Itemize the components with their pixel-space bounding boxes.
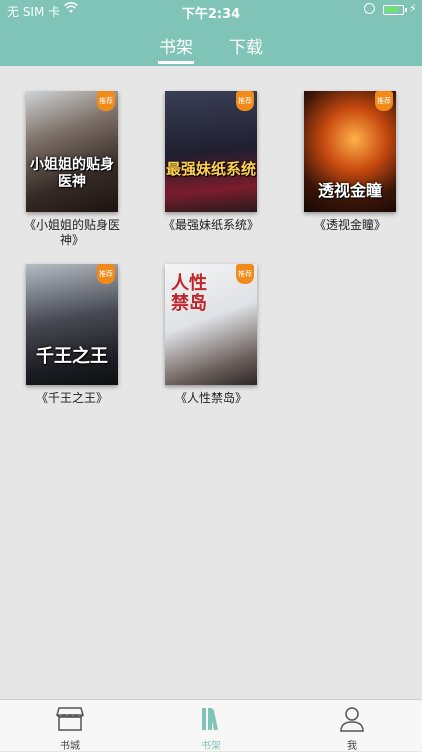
battery-icon	[383, 5, 407, 15]
book-cover[interactable]: 推荐 最强妹纸系统	[165, 91, 257, 212]
user-icon	[339, 706, 365, 736]
nav-bookshelf[interactable]: 书架	[141, 700, 281, 752]
book-cover[interactable]: 推荐 千王之王	[26, 264, 118, 385]
book-title[interactable]: 《小姐姐的贴身医神》	[17, 218, 127, 248]
clock: 下午2:34	[181, 7, 241, 22]
tab-bookshelf[interactable]: 书架	[159, 33, 193, 58]
book-item[interactable]: 推荐 小姐姐的贴身医神 《小姐姐的贴身医神》	[17, 91, 127, 248]
book-item[interactable]: 推荐 透视金瞳 《透视金瞳》	[295, 91, 405, 233]
header-bar: 无 SIM 卡 下午2:34 ⚡ 书架 下载	[0, 0, 422, 66]
book-title[interactable]: 《千王之王》	[17, 391, 127, 406]
nav-store[interactable]: 书城	[0, 700, 140, 752]
book-cover[interactable]: 推荐 透视金瞳	[304, 91, 396, 212]
nav-profile[interactable]: 我	[282, 700, 422, 752]
rotation-lock-icon	[364, 3, 375, 14]
bookshelf-icon	[199, 706, 223, 736]
book-title[interactable]: 《透视金瞳》	[295, 218, 405, 233]
active-tab-indicator	[158, 61, 194, 64]
book-title[interactable]: 《人性禁岛》	[156, 391, 266, 406]
bottom-tab-bar: 书城 书架 我	[0, 699, 422, 752]
recommend-badge: 推荐	[97, 264, 115, 284]
tab-download[interactable]: 下载	[229, 33, 263, 58]
recommend-badge: 推荐	[97, 91, 115, 111]
book-title[interactable]: 《最强妹纸系统》	[156, 218, 266, 233]
cover-title: 人性禁岛	[171, 273, 207, 314]
book-item[interactable]: 推荐 最强妹纸系统 《最强妹纸系统》	[156, 91, 266, 233]
cover-title: 千王之王	[36, 346, 108, 367]
recommend-badge: 推荐	[236, 91, 254, 111]
store-icon	[56, 706, 84, 736]
book-cover[interactable]: 推荐 人性禁岛	[165, 264, 257, 385]
cover-title: 最强妹纸系统	[165, 160, 256, 178]
book-cover[interactable]: 推荐 小姐姐的贴身医神	[26, 91, 118, 212]
cover-title: 透视金瞳	[317, 181, 382, 200]
status-bar: 无 SIM 卡 下午2:34 ⚡	[0, 0, 422, 22]
book-item[interactable]: 推荐 千王之王 《千王之王》	[17, 264, 127, 406]
book-item[interactable]: 推荐 人性禁岛 《人性禁岛》	[156, 264, 266, 406]
cover-title: 小姐姐的贴身医神	[30, 157, 114, 190]
charging-icon: ⚡	[409, 2, 417, 15]
recommend-badge: 推荐	[236, 264, 254, 284]
recommend-badge: 推荐	[375, 91, 393, 111]
